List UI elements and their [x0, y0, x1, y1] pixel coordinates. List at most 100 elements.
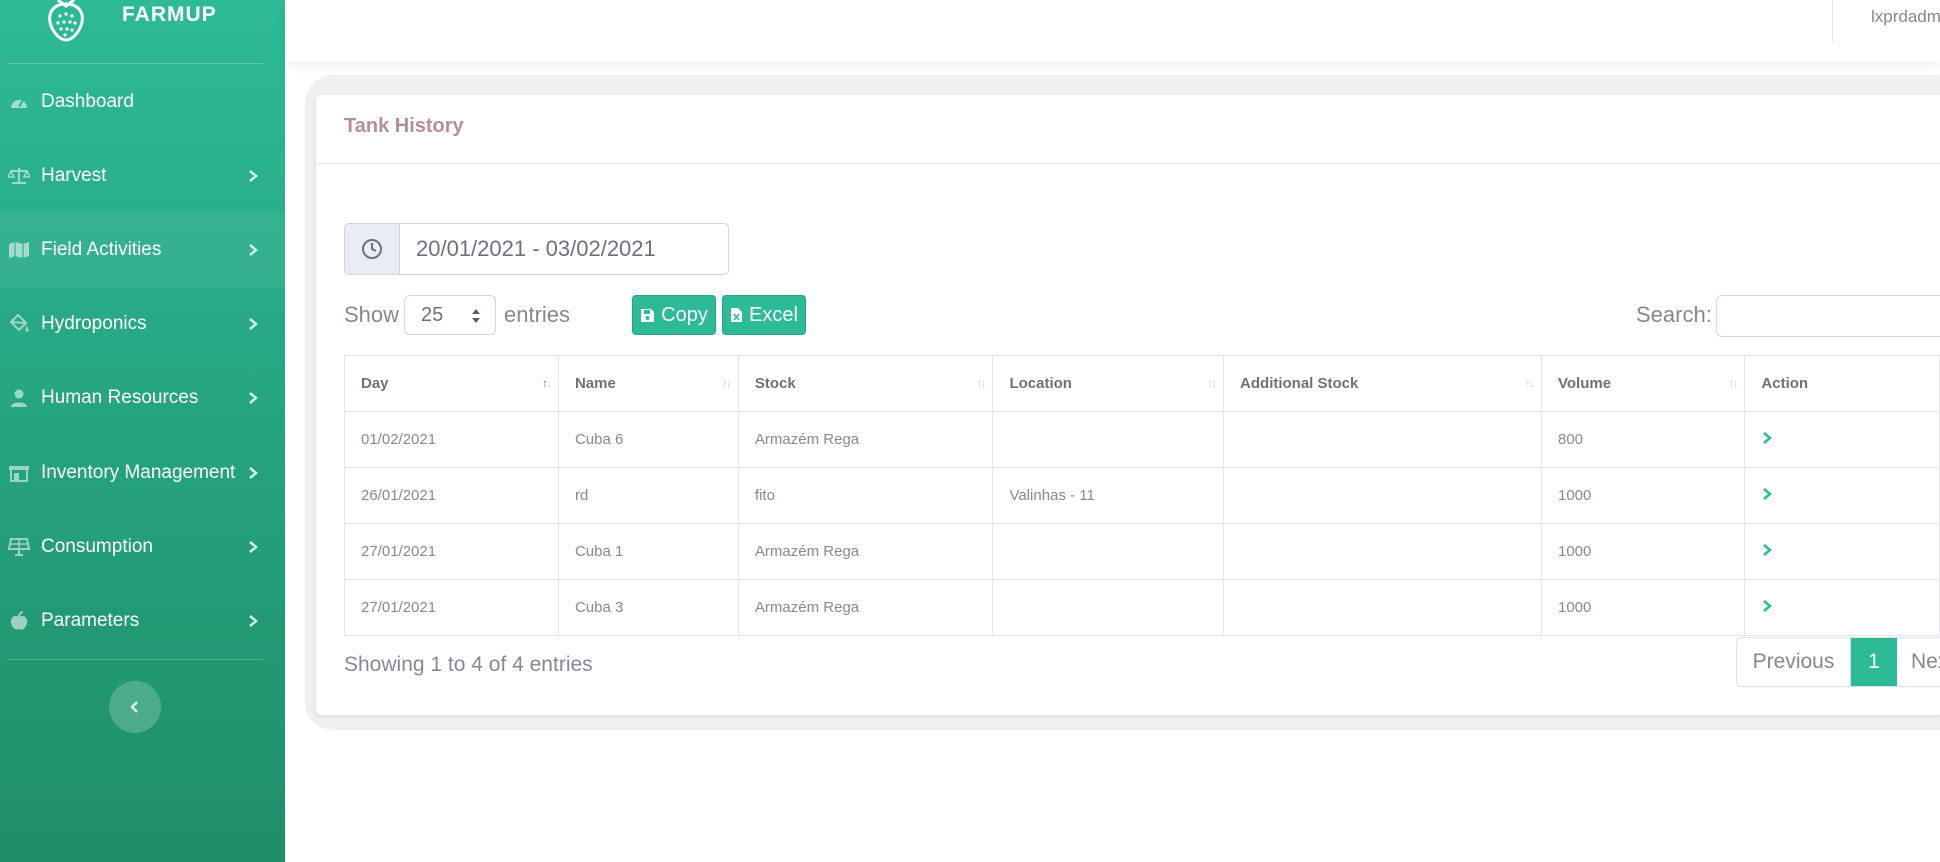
cell-additional-stock: [1223, 579, 1542, 636]
clock-icon[interactable]: [345, 224, 400, 274]
search-label: Search:: [1636, 302, 1712, 327]
cell-action: [1744, 411, 1940, 468]
column-header-stock[interactable]: Stock ↑↓: [737, 355, 994, 412]
pagination: Previous 1 Next: [1736, 637, 1940, 687]
cell-location: [992, 579, 1225, 636]
cell-location: [992, 411, 1225, 468]
chevron-right-icon[interactable]: [1761, 599, 1773, 613]
cell-day: 27/01/2021: [344, 579, 559, 636]
sidebar-item-human-resources[interactable]: Human Resources: [0, 361, 285, 435]
user-icon: [8, 387, 30, 409]
solar-panel-icon: [8, 536, 30, 558]
sidebar-item-hydroponics[interactable]: Hydroponics: [0, 287, 285, 361]
cell-additional-stock: [1223, 411, 1542, 468]
sidebar-item-label: Consumption: [41, 536, 153, 557]
sort-icon: ↑↓: [1207, 376, 1217, 390]
balance-scale-icon: [8, 165, 30, 187]
sidebar-item-label: Dashboard: [41, 91, 134, 112]
apple-icon: [8, 610, 30, 632]
cell-action: [1744, 579, 1940, 636]
sort-icon: ↑↓: [1524, 376, 1535, 390]
column-header-additional-stock[interactable]: Additional Stock ↑↓: [1223, 355, 1542, 412]
cell-action: [1744, 523, 1940, 580]
table-row: 26/01/2021 rd fito Valinhas - 11 1000: [344, 467, 1940, 524]
store-icon: [8, 462, 30, 484]
cell-additional-stock: [1223, 467, 1542, 524]
sidebar-item-label: Field Activities: [41, 239, 162, 260]
sidebar-item-consumption[interactable]: Consumption: [0, 510, 285, 584]
entries-label: entries: [504, 302, 571, 327]
pagination-previous[interactable]: Previous: [1737, 638, 1851, 686]
excel-button[interactable]: Excel: [722, 295, 806, 335]
cell-stock: Armazém Rega: [737, 523, 994, 580]
date-range-picker[interactable]: [344, 223, 729, 275]
sidebar-item-label: Inventory Management: [41, 462, 236, 483]
copy-button[interactable]: Copy: [632, 295, 716, 335]
cell-name: Cuba 6: [557, 411, 739, 468]
cell-stock: fito: [737, 467, 994, 524]
column-header-location[interactable]: Location ↑↓: [992, 355, 1225, 412]
tank-history-table: Day ↑↓ Name ↑↓ Stock ↑↓ Location ↑↓ Addition…: [344, 355, 1940, 636]
sidebar-item-label: Harvest: [41, 165, 107, 186]
entries-select[interactable]: 25: [404, 295, 496, 335]
cell-volume: 1000: [1540, 579, 1746, 636]
sort-asc-icon: ↑↓: [541, 376, 552, 390]
column-header-action: Action: [1744, 355, 1940, 412]
chevron-right-icon: [249, 467, 258, 479]
column-header-volume[interactable]: Volume ↑↓: [1540, 355, 1746, 412]
pagination-page-1[interactable]: 1: [1851, 638, 1897, 686]
chevron-right-icon[interactable]: [1761, 487, 1773, 501]
sidebar-divider: [8, 63, 263, 64]
cell-name: rd: [557, 467, 739, 524]
column-header-name[interactable]: Name ↑↓: [557, 355, 739, 412]
chevron-right-icon: [249, 392, 258, 404]
cell-location: [992, 523, 1225, 580]
date-range-input[interactable]: [400, 224, 718, 274]
sidebar-item-inventory-management[interactable]: Inventory Management: [0, 436, 285, 510]
cell-volume: 800: [1540, 411, 1746, 468]
chevron-right-icon[interactable]: [1761, 543, 1773, 557]
table-row: 27/01/2021 Cuba 3 Armazém Rega 1000: [344, 579, 1940, 636]
sidebar-item-field-activities[interactable]: Field Activities: [0, 213, 285, 287]
chevron-right-icon: [249, 615, 258, 627]
sort-icon: ↑↓: [1728, 376, 1738, 390]
sidebar-toggle-button[interactable]: [109, 681, 161, 733]
file-excel-icon: [731, 308, 743, 322]
floppy-disk-icon: [641, 308, 655, 322]
column-header-day[interactable]: Day ↑↓: [344, 355, 559, 412]
brand[interactable]: FARMUP: [0, 0, 285, 62]
sidebar-item-dashboard[interactable]: Dashboard: [0, 65, 285, 139]
sidebar-item-label: Hydroponics: [41, 313, 147, 334]
sidebar-divider: [8, 659, 263, 660]
user-name[interactable]: lxprdadm: [1871, 7, 1940, 27]
cell-stock: Armazém Rega: [737, 411, 994, 468]
excel-button-label: Excel: [749, 303, 798, 326]
select-arrows-icon: [472, 309, 480, 323]
cell-action: [1744, 467, 1940, 524]
pagination-next[interactable]: Next: [1897, 638, 1940, 686]
sort-icon: ↑↓: [976, 376, 986, 390]
topbar-divider: [1832, 0, 1833, 42]
table-header-row: Day ↑↓ Name ↑↓ Stock ↑↓ Location ↑↓ Addition…: [344, 355, 1940, 412]
cell-name: Cuba 1: [557, 523, 739, 580]
page-title: Tank History: [344, 115, 464, 137]
table-row: 01/02/2021 Cuba 6 Armazém Rega 800: [344, 411, 1940, 468]
speedometer-icon: [8, 91, 30, 113]
sort-icon: ↑↓: [721, 376, 732, 390]
paint-bucket-icon: [8, 313, 30, 335]
show-label: Show: [344, 302, 400, 327]
sidebar-item-harvest[interactable]: Harvest: [0, 139, 285, 213]
cell-stock: Armazém Rega: [737, 579, 994, 636]
search-input[interactable]: [1716, 295, 1940, 337]
cell-location: Valinhas - 11: [992, 467, 1225, 524]
cell-name: Cuba 3: [557, 579, 739, 636]
card-header: Tank History: [316, 95, 1940, 164]
cell-day: 27/01/2021: [344, 523, 559, 580]
brand-name: FARMUP: [122, 3, 217, 26]
chevron-right-icon[interactable]: [1761, 431, 1773, 445]
sidebar-item-parameters[interactable]: Parameters: [0, 584, 285, 658]
sidebar-item-label: Human Resources: [41, 387, 199, 408]
table-row: 27/01/2021 Cuba 1 Armazém Rega 1000: [344, 523, 1940, 580]
cell-volume: 1000: [1540, 467, 1746, 524]
strawberry-icon: [48, 0, 84, 42]
